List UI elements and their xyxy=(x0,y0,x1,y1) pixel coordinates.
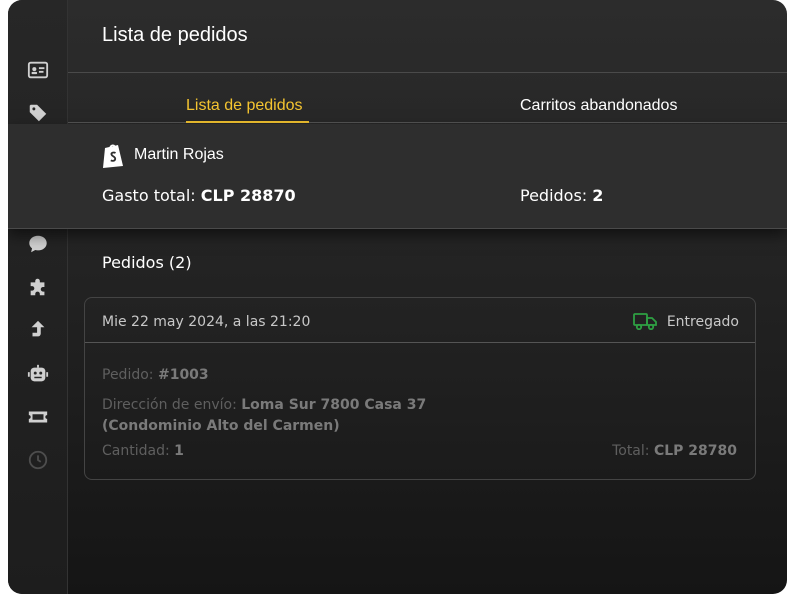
orders-count-label: Pedidos: xyxy=(520,186,588,205)
active-tab-indicator xyxy=(186,121,309,123)
order-date: Mie 22 may 2024, a las 21:20 xyxy=(102,314,311,330)
customer-card xyxy=(8,124,787,229)
order-number: Pedido: #1003 xyxy=(102,367,209,383)
page-title: Lista de pedidos xyxy=(102,24,248,46)
tab-order-list[interactable]: Lista de pedidos xyxy=(186,97,303,115)
total-value: CLP 28780 xyxy=(653,443,737,459)
sidebar xyxy=(8,0,68,594)
total-spent-value: CLP 28870 xyxy=(200,186,296,205)
orders-count-value: 2 xyxy=(592,186,604,205)
order-quantity: Cantidad: 1 xyxy=(102,443,184,459)
quantity-label: Cantidad: xyxy=(102,443,170,459)
sidebar-item-history[interactable] xyxy=(8,439,67,481)
robot-icon xyxy=(27,364,48,382)
order-total: Total: CLP 28780 xyxy=(612,443,737,459)
total-spent: Gasto total: CLP 28870 xyxy=(102,186,296,205)
sidebar-item-tickets[interactable] xyxy=(8,396,67,438)
address-line1: Loma Sur 7800 Casa 37 xyxy=(241,397,427,413)
orders-count: Pedidos: 2 xyxy=(520,186,603,205)
tabs-divider xyxy=(68,122,787,123)
order-card[interactable]: Mie 22 may 2024, a las 21:20 Entregado P… xyxy=(84,297,756,480)
sidebar-item-chat[interactable] xyxy=(8,223,67,265)
order-address: Dirección de envío: Loma Sur 7800 Casa 3… xyxy=(102,395,426,437)
order-card-header: Mie 22 may 2024, a las 21:20 Entregado xyxy=(85,298,755,343)
delivery-truck-icon xyxy=(633,313,657,330)
contact-card-icon xyxy=(27,61,48,79)
tag-icon xyxy=(29,104,46,122)
order-number-value: #1003 xyxy=(157,367,209,383)
upload-arrow-icon xyxy=(31,320,44,337)
divider xyxy=(68,72,787,73)
orders-section-title: Pedidos (2) xyxy=(102,253,192,272)
main-content: Lista de pedidos Lista de pedidos Carrit… xyxy=(68,0,787,594)
tab-abandoned-carts[interactable]: Carritos abandonados xyxy=(520,97,677,115)
clock-icon xyxy=(28,450,47,470)
sidebar-item-contacts[interactable] xyxy=(8,49,67,91)
sidebar-item-integrations[interactable] xyxy=(8,266,67,308)
chat-bubble-icon xyxy=(28,235,47,253)
quantity-value: 1 xyxy=(174,443,184,459)
total-spent-label: Gasto total: xyxy=(102,186,196,205)
ticket-icon xyxy=(28,411,47,423)
address-line2: (Condominio Alto del Carmen) xyxy=(102,418,340,434)
shopify-logo-icon xyxy=(103,144,123,168)
total-label: Total: xyxy=(612,443,650,459)
sidebar-item-bots[interactable] xyxy=(8,353,67,395)
app-window: Lista de pedidos Lista de pedidos Carrit… xyxy=(8,0,787,594)
sidebar-item-upload[interactable] xyxy=(8,309,67,351)
order-number-label: Pedido: xyxy=(102,367,154,383)
order-status: Entregado xyxy=(666,314,739,330)
address-label: Dirección de envío: xyxy=(102,397,237,413)
customer-name: Martin Rojas xyxy=(134,146,224,163)
puzzle-icon xyxy=(30,278,44,296)
